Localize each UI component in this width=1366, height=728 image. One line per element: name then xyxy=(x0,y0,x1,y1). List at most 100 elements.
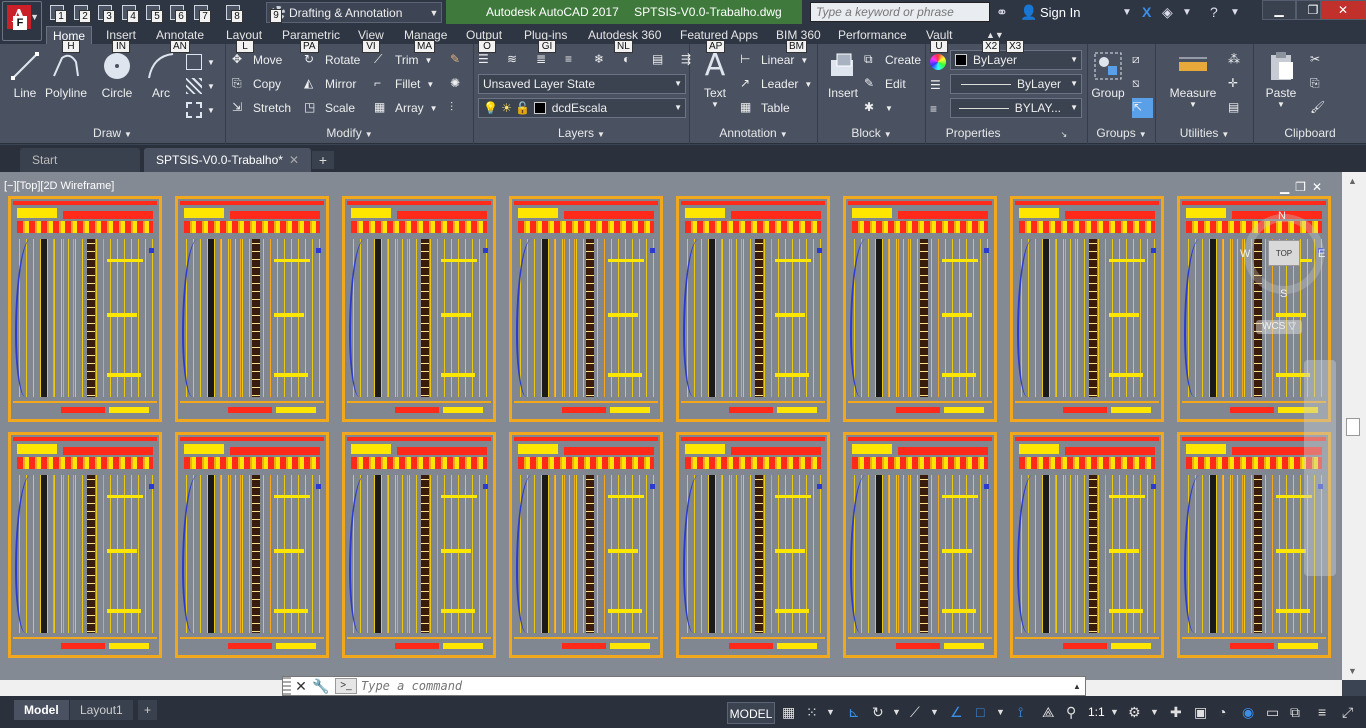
new-drawing-tab-button[interactable]: + xyxy=(312,151,334,169)
minimize-button[interactable]: ▁ xyxy=(1262,0,1296,20)
groups-panel-title[interactable]: Groups ▼ xyxy=(1088,125,1155,141)
stay-connected-icon[interactable]: ◈ xyxy=(1162,4,1173,21)
linetype-icon-button[interactable]: ☰ xyxy=(930,76,951,96)
chevron-down-icon[interactable]: ▼ xyxy=(1150,707,1159,717)
close-button[interactable]: ✕ xyxy=(1320,0,1366,20)
hardware-acceleration-icon[interactable]: ◉ xyxy=(1242,704,1254,721)
qat-redo-button[interactable]: 7 xyxy=(192,3,214,23)
sign-in-button[interactable]: Sign In xyxy=(1040,5,1080,20)
mirror-button[interactable]: ◭ Mirror xyxy=(304,74,356,94)
fillet-button[interactable]: ⌐ Fillet ▼ xyxy=(374,74,434,94)
paste-button[interactable]: Paste ▼ xyxy=(1256,50,1306,109)
group-edit-button[interactable]: ⧅ xyxy=(1132,74,1153,94)
group-selection-toggle[interactable]: ⇱ xyxy=(1132,98,1153,118)
edit-block-button[interactable]: ✎ Edit xyxy=(864,74,906,94)
scroll-up-icon[interactable]: ▲ xyxy=(1348,176,1357,186)
viewport-controls-label[interactable]: [−][Top][2D Wireframe] xyxy=(4,180,114,192)
text-button[interactable]: A Text ▼ xyxy=(690,50,740,110)
vertical-scroll-thumb[interactable] xyxy=(1346,418,1360,436)
qat-undo-button[interactable]: 6 xyxy=(168,3,190,23)
linear-dimension-button[interactable]: ⊢ Linear ▼ xyxy=(740,50,808,70)
draw-panel-title[interactable]: Draw ▼ xyxy=(0,125,225,141)
model-tab[interactable]: Model xyxy=(14,700,69,720)
cut-button[interactable]: ✂ xyxy=(1310,50,1331,70)
erase-button[interactable]: ✎ xyxy=(450,50,471,70)
compass-east[interactable]: E xyxy=(1318,248,1325,260)
layers-panel-title[interactable]: Layers ▼ xyxy=(474,125,689,141)
arc-button[interactable]: Arc xyxy=(138,50,184,106)
help-search-input[interactable]: Type a keyword or phrase xyxy=(810,2,990,22)
layer-match-icon[interactable]: ≋ xyxy=(507,52,523,68)
tab-performance[interactable]: Performance xyxy=(832,26,913,44)
layer-isolate-icon[interactable]: ≡ xyxy=(565,52,581,68)
chevron-down-icon[interactable]: ▼ xyxy=(892,707,901,717)
customization-icon[interactable]: ≡ xyxy=(1318,704,1326,720)
clean-screen-icon[interactable]: ⧉ xyxy=(1290,704,1300,721)
linetype-dropdown[interactable]: ByLayer ▼ xyxy=(950,74,1082,94)
group-button[interactable]: Group xyxy=(1088,50,1128,106)
chevron-down-icon[interactable]: ▼ xyxy=(1230,7,1240,18)
compass-south[interactable]: S xyxy=(1280,288,1287,300)
add-layout-button[interactable]: + xyxy=(138,700,158,720)
array-button[interactable]: ▦ Array ▼ xyxy=(374,98,438,118)
compass-west[interactable]: W xyxy=(1240,248,1250,260)
command-input[interactable] xyxy=(361,677,1069,695)
chevron-down-icon[interactable]: ▼ xyxy=(930,707,939,717)
snap-icon[interactable]: ⁙ xyxy=(806,704,818,721)
insert-block-button[interactable]: Insert xyxy=(818,50,868,106)
clipboard-panel-title[interactable]: Clipboard xyxy=(1254,125,1366,141)
workspace-dropdown[interactable]: Drafting & Annotation ▼ xyxy=(266,2,442,23)
tab-drawing[interactable]: SPTSIS-V0.0-Trabalho* ✕ xyxy=(144,148,312,172)
qat-save-button[interactable]: 3 xyxy=(96,3,118,23)
tab-start[interactable]: Start xyxy=(20,148,140,172)
chevron-down-icon[interactable]: ▼ xyxy=(826,707,835,717)
layer-previous-icon[interactable]: ≣ xyxy=(536,52,552,68)
isolate-objects-icon[interactable]: ▭ xyxy=(1266,704,1279,721)
application-menu-button[interactable]: A F ▼ xyxy=(2,1,42,41)
object-snap-tracking-icon[interactable]: ∠ xyxy=(950,704,963,721)
quick-select-button[interactable]: ⁂ xyxy=(1228,50,1249,70)
create-block-button[interactable]: ⧉ Create xyxy=(864,50,921,70)
binoculars-icon[interactable]: ⚭ xyxy=(996,4,1008,21)
layer-off-icon[interactable]: ◐ xyxy=(623,52,639,68)
ungroup-button[interactable]: ⧄ xyxy=(1132,50,1153,70)
command-line-grip[interactable] xyxy=(283,677,291,695)
copy-button[interactable]: ⎘ Copy xyxy=(232,74,281,94)
qat-save-as-button[interactable]: 4 xyxy=(120,3,142,23)
layer-state-dropdown[interactable]: Unsaved Layer State ▼ xyxy=(478,74,686,94)
isodraft-icon[interactable]: ⟋ xyxy=(910,704,920,721)
offset-button[interactable]: ⫶ xyxy=(450,98,471,118)
id-point-button[interactable]: ✛ xyxy=(1228,74,1249,94)
command-prompt-icon[interactable]: >_ xyxy=(335,678,357,694)
measure-button[interactable]: Measure ▼ xyxy=(1164,50,1222,109)
match-props-button[interactable]: 🖌 xyxy=(1310,98,1331,118)
units-icon[interactable]: ▣ xyxy=(1194,704,1207,721)
annotation-scale-icon[interactable]: ⚲ xyxy=(1066,704,1076,721)
move-button[interactable]: ✥ Move xyxy=(232,50,282,70)
command-history-icon[interactable]: ▲ xyxy=(1069,682,1085,691)
hatch-button[interactable]: ▼ xyxy=(186,76,215,96)
leader-button[interactable]: ↗ Leader ▼ xyxy=(740,74,812,94)
polyline-button[interactable]: Polyline xyxy=(42,50,90,106)
layer-freeze-icon[interactable]: ❄ xyxy=(594,52,610,68)
qat-plot-button[interactable]: 5 xyxy=(144,3,166,23)
properties-panel-title[interactable]: Properties ↘ xyxy=(926,125,1087,141)
calculator-button[interactable]: ▤ xyxy=(1228,98,1249,118)
grid-icon[interactable]: ▦ xyxy=(782,704,795,721)
layer-properties-icon[interactable]: ☰ xyxy=(478,52,494,68)
viewcube[interactable]: TOP N S E W xyxy=(1238,208,1330,300)
qat-share-button[interactable]: 8 xyxy=(224,3,246,23)
quick-properties-icon[interactable]: ◔ xyxy=(1218,704,1226,720)
vertical-scrollbar[interactable]: ▲ ▼ xyxy=(1342,172,1366,680)
lineweight-icon-button[interactable]: ≡ xyxy=(930,100,951,120)
trim-button[interactable]: ⟋ Trim ▼ xyxy=(374,50,432,70)
circle-button[interactable]: Circle xyxy=(92,50,142,106)
copy-clip-button[interactable]: ⎘ xyxy=(1310,74,1331,94)
annotation-monitor-icon[interactable]: ✚ xyxy=(1170,704,1182,721)
layout1-tab[interactable]: Layout1 xyxy=(70,700,133,720)
auto-scale-icon[interactable]: ⟁ xyxy=(1042,704,1055,721)
polar-tracking-icon[interactable]: ↻ xyxy=(872,704,884,721)
scale-button[interactable]: ◳ Scale xyxy=(304,98,355,118)
chevron-down-icon[interactable]: ▼ xyxy=(996,707,1005,717)
ortho-icon[interactable]: ⊾ xyxy=(848,704,860,721)
